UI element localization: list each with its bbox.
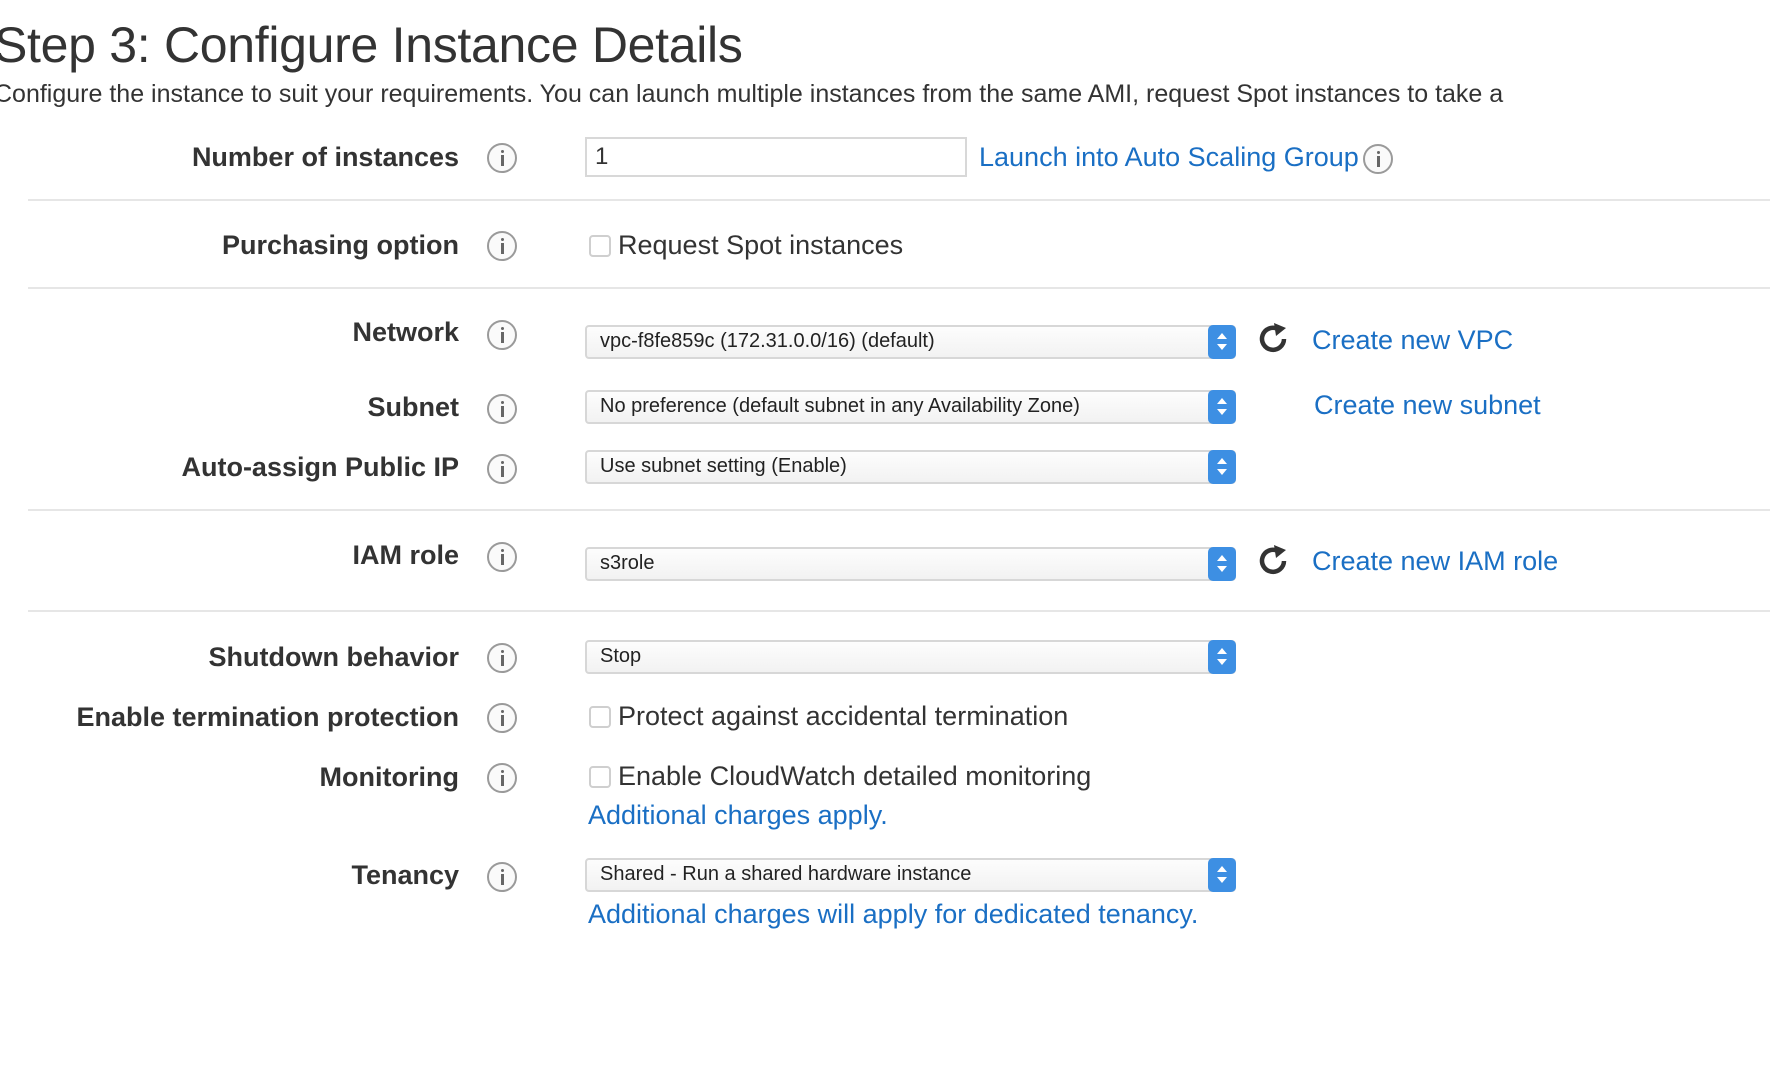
network-info-icon[interactable] <box>487 320 517 350</box>
page-description: Configure the instance to suit your requ… <box>0 80 1504 108</box>
section-divider <box>28 509 1770 511</box>
termination-protection-checkbox[interactable] <box>589 706 611 728</box>
monitoring-info-icon[interactable] <box>487 763 517 793</box>
subnet-select-stepper-icon <box>1208 390 1236 424</box>
iam-role-stepper-icon <box>1208 547 1236 581</box>
create-new-vpc-link[interactable]: Create new VPC <box>1312 325 1513 356</box>
purchasing-option-info-icon[interactable] <box>487 231 517 261</box>
auto-assign-ip-info-icon[interactable] <box>487 454 517 484</box>
termination-protection-info-icon[interactable] <box>487 703 517 733</box>
shutdown-behavior-stepper-icon <box>1208 640 1236 674</box>
page-title: Step 3: Configure Instance Details <box>0 17 743 73</box>
section-divider <box>28 287 1770 289</box>
subnet-info-icon[interactable] <box>487 394 517 424</box>
additional-charges-link[interactable]: Additional charges apply. <box>588 800 888 831</box>
iam-role-info-icon[interactable] <box>487 542 517 572</box>
refresh-iam-role-icon[interactable] <box>1256 544 1290 578</box>
auto-scaling-info-icon[interactable] <box>1363 144 1393 174</box>
tenancy-select-value: Shared - Run a shared hardware instance <box>600 863 972 885</box>
network-select[interactable]: vpc-f8fe859c (172.31.0.0/16) (default) <box>585 325 1236 359</box>
auto-assign-ip-select[interactable]: Use subnet setting (Enable) <box>585 450 1236 484</box>
tenancy-info-icon[interactable] <box>487 862 517 892</box>
auto-assign-ip-label: Auto-assign Public IP <box>181 452 459 482</box>
cloudwatch-monitoring-label[interactable]: Enable CloudWatch detailed monitoring <box>618 761 1091 792</box>
tenancy-stepper-icon <box>1208 858 1236 892</box>
section-divider <box>28 199 1770 201</box>
create-new-subnet-link[interactable]: Create new subnet <box>1314 390 1541 421</box>
create-new-iam-role-link[interactable]: Create new IAM role <box>1312 546 1558 577</box>
shutdown-behavior-label: Shutdown behavior <box>208 642 459 672</box>
network-label: Network <box>352 317 459 347</box>
number-of-instances-label: Number of instances <box>191 142 459 172</box>
subnet-select-value: No preference (default subnet in any Ava… <box>600 395 1080 417</box>
cloudwatch-monitoring-checkbox[interactable] <box>589 766 611 788</box>
auto-assign-ip-stepper-icon <box>1208 450 1236 484</box>
shutdown-behavior-select[interactable]: Stop <box>585 640 1236 674</box>
termination-protection-checkbox-label[interactable]: Protect against accidental termination <box>618 701 1068 732</box>
tenancy-select[interactable]: Shared - Run a shared hardware instance <box>585 858 1236 892</box>
termination-protection-label: Enable termination protection <box>76 702 459 732</box>
refresh-network-icon[interactable] <box>1256 322 1290 356</box>
number-of-instances-info-icon[interactable] <box>487 143 517 173</box>
shutdown-behavior-info-icon[interactable] <box>487 643 517 673</box>
request-spot-label[interactable]: Request Spot instances <box>618 230 903 261</box>
number-of-instances-input[interactable] <box>585 137 967 177</box>
auto-assign-ip-select-value: Use subnet setting (Enable) <box>600 455 847 477</box>
launch-auto-scaling-link[interactable]: Launch into Auto Scaling Group <box>979 142 1359 173</box>
monitoring-label: Monitoring <box>319 762 459 792</box>
subnet-select[interactable]: No preference (default subnet in any Ava… <box>585 390 1236 424</box>
iam-role-label: IAM role <box>352 540 459 570</box>
iam-role-select-value: s3role <box>600 552 655 574</box>
request-spot-checkbox[interactable] <box>589 235 611 257</box>
shutdown-behavior-select-value: Stop <box>600 645 642 667</box>
subnet-label: Subnet <box>367 392 460 422</box>
section-divider <box>28 610 1770 612</box>
dedicated-tenancy-charges-link[interactable]: Additional charges will apply for dedica… <box>588 899 1198 930</box>
purchasing-option-label: Purchasing option <box>221 230 459 260</box>
network-select-value: vpc-f8fe859c (172.31.0.0/16) (default) <box>600 330 935 352</box>
tenancy-label: Tenancy <box>351 860 459 890</box>
iam-role-select[interactable]: s3role <box>585 547 1236 581</box>
network-select-stepper-icon <box>1208 325 1236 359</box>
